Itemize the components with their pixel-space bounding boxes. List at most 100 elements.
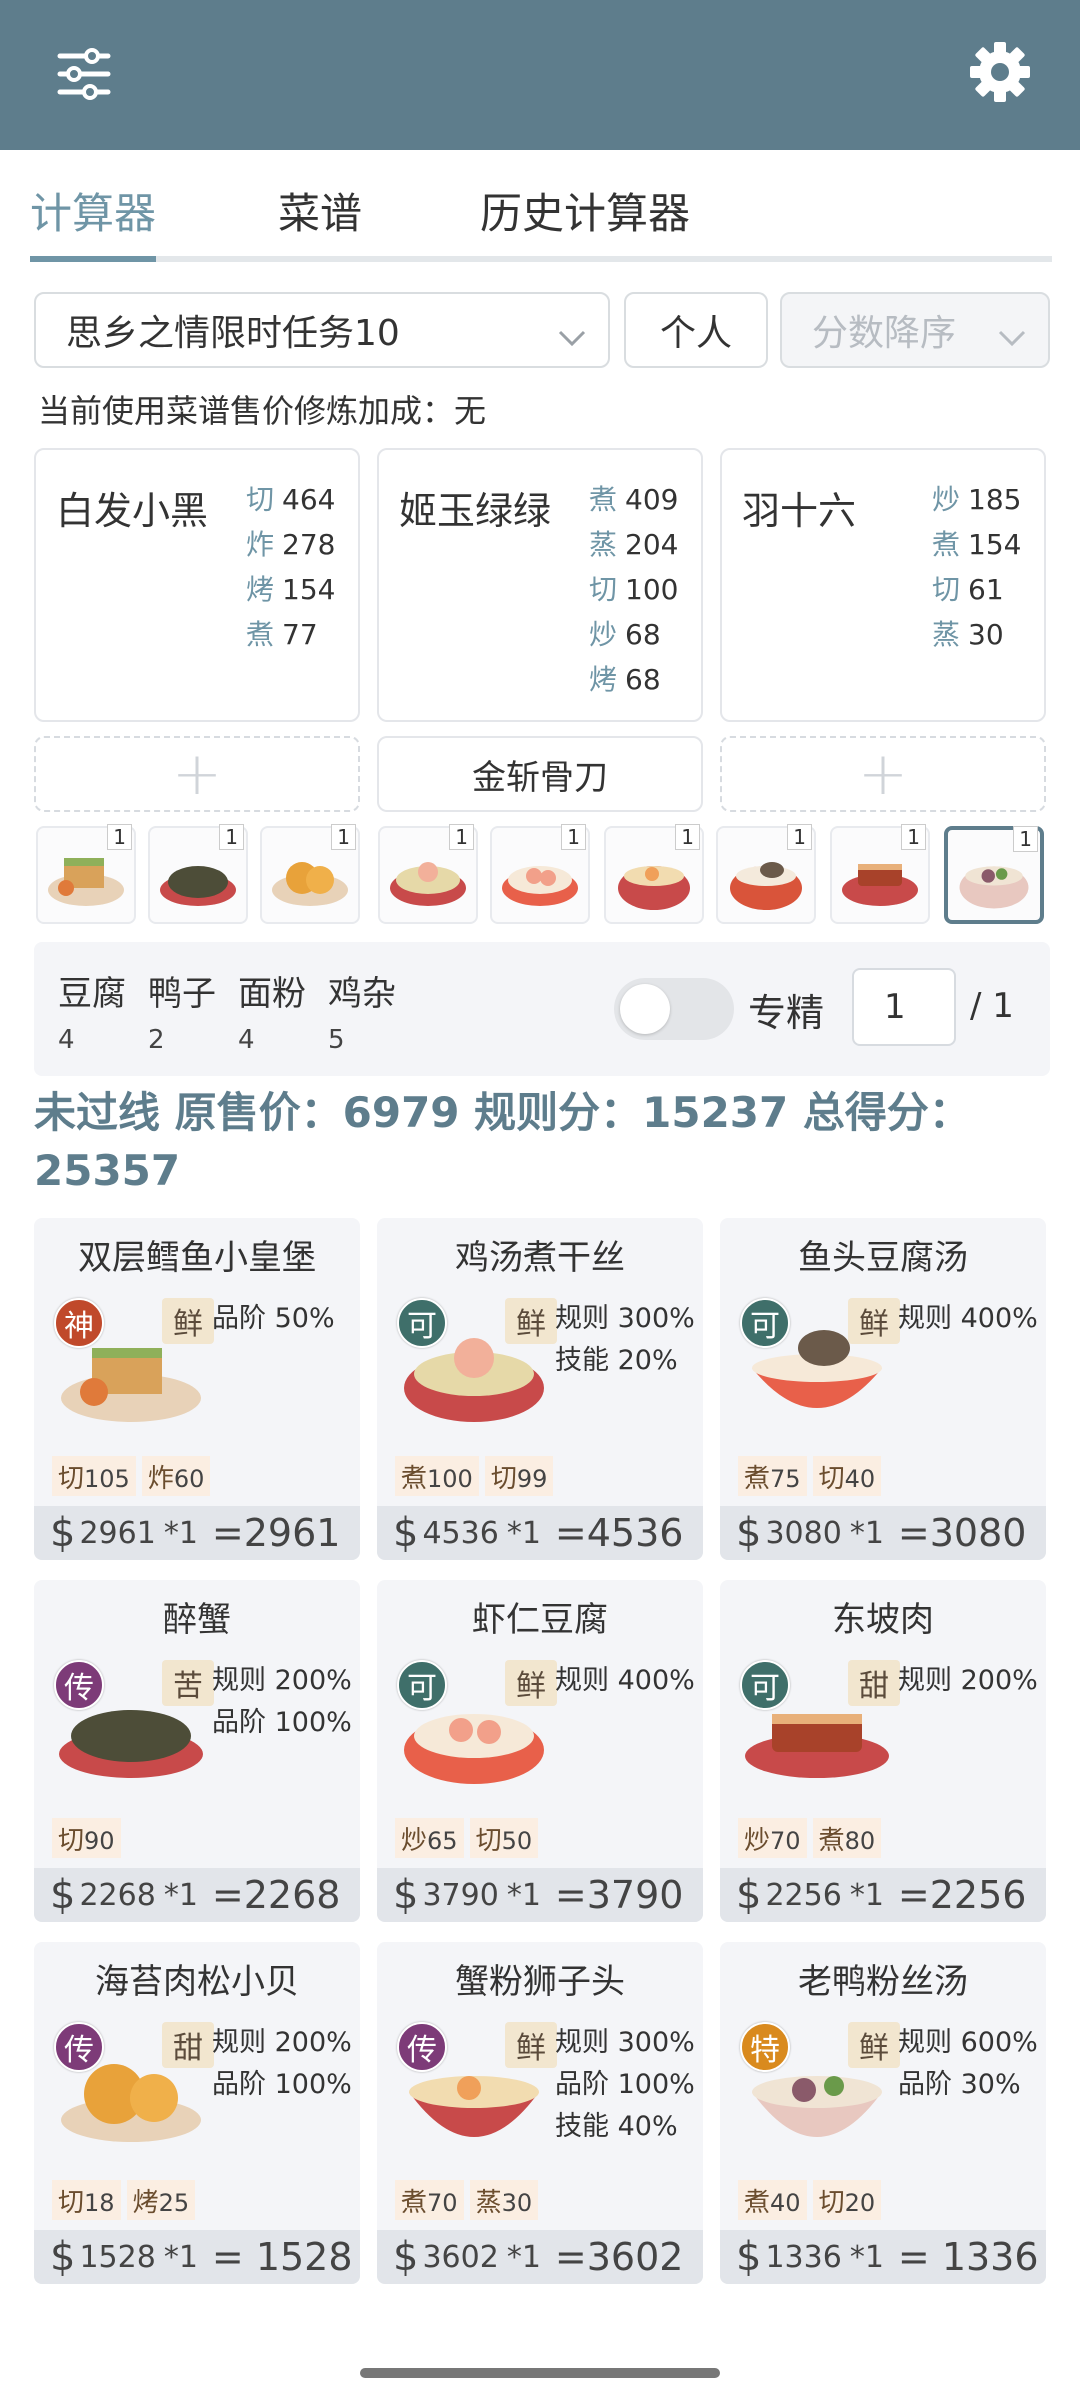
dish-price-bar: $3790 *1 =3790 [377, 1868, 703, 1922]
recipe-thumbnail[interactable]: 1 [830, 824, 930, 924]
dish-card[interactable]: 双层鳕鱼小皇堡神鲜品阶 50% 切105 炸60 $2961 *1 =2961 [34, 1218, 360, 1560]
tab-calculator[interactable]: 计算器 [30, 180, 156, 241]
recipe-thumbnail[interactable]: 1 [260, 824, 360, 924]
dish-skill-list: 切90 [52, 1818, 121, 1858]
dish-name: 双层鳕鱼小皇堡 [78, 1238, 316, 1278]
dish-skill-value: 70 [770, 1827, 801, 1855]
dish-skill-name: 切 [818, 1464, 845, 1494]
dish-skill-list: 煮100 切99 [395, 1456, 554, 1496]
task-select[interactable]: 思乡之情限时任务10 [34, 292, 610, 368]
dish-skill: 切18 [52, 2180, 121, 2220]
chef-skills: 切 464 炸 278 烤 154 煮 77 [246, 478, 335, 658]
dish-skill-name: 煮 [744, 2188, 771, 2218]
recipe-thumbnail[interactable]: 1 [378, 824, 478, 924]
count-badge: 1 [561, 824, 586, 850]
rarity-badge: 神 [54, 1298, 104, 1348]
dish-card[interactable]: 虾仁豆腐可鲜规则 400% 炒65 切50 $3790 *1 =3790 [377, 1580, 703, 1922]
chef-skill-row: 蒸 204 [589, 523, 678, 568]
dish-card[interactable]: 醉蟹传 苦规则 200% 品阶 100% 切90 $2268 *1 =2268 [34, 1580, 360, 1922]
dish-price: 3602 [422, 2239, 499, 2275]
skill-value: 154 [968, 528, 1022, 561]
tab-bar: 计算器 菜谱 历史计算器 [30, 150, 1052, 266]
dish-multiplier: *1 [849, 1515, 884, 1551]
chef-card[interactable]: 白发小黑 切 464 炸 278 烤 154 煮 77 [34, 448, 360, 722]
dish-bonus-list: 品阶 50% [212, 1298, 335, 1340]
ingredient-name: 鸡杂 [328, 974, 396, 1014]
dish-skill-value: 90 [84, 1827, 115, 1855]
tab-history-calculator[interactable]: 历史计算器 [480, 180, 690, 241]
dish-name: 蟹粉狮子头 [455, 1962, 625, 2002]
recipe-thumbnail[interactable]: 1 [148, 824, 248, 924]
rarity-badge: 特 [740, 2022, 790, 2072]
count-badge: 1 [1013, 826, 1038, 852]
dollar-icon: $ [393, 1872, 419, 1918]
chef-skill-row: 炸 278 [246, 523, 335, 568]
task-select-value: 思乡之情限时任务10 [66, 313, 400, 354]
skill-name: 蒸 [589, 528, 618, 561]
dollar-icon: $ [393, 2234, 419, 2280]
dish-skill: 切50 [469, 1818, 539, 1858]
dish-skill: 切40 [812, 1456, 882, 1496]
dish-skill: 切99 [484, 1456, 554, 1496]
ingredient-count: 4 [238, 1025, 255, 1055]
dish-card[interactable]: 鱼头豆腐汤可鲜规则 400% 煮75 切40 $3080 *1 =3080 [720, 1218, 1046, 1560]
dish-bonus-list: 规则 200% [898, 1660, 1038, 1702]
recipe-thumbnail[interactable]: 1 [716, 824, 816, 924]
recipe-thumbnail[interactable]: 1 [604, 824, 704, 924]
dish-card[interactable]: 老鸭粉丝汤特鲜规则 600% 品阶 30% 煮40 切20 $1336 *1 = 1336 [720, 1942, 1046, 2284]
home-indicator [360, 2368, 720, 2378]
dish-skill-name: 切 [818, 2188, 845, 2218]
add-equipment-button[interactable]: + [720, 736, 1046, 812]
specialize-count-input[interactable]: 1 [852, 968, 956, 1046]
dish-bonus-list: 规则 600% 品阶 30% [898, 2022, 1038, 2106]
dish-skill: 煮100 [395, 1456, 479, 1496]
dish-price: 2256 [765, 1877, 842, 1913]
dish-skill-value: 18 [84, 2189, 115, 2217]
specialize-toggle[interactable] [614, 978, 734, 1040]
dish-total: = 1336 [897, 2235, 1039, 2279]
skill-name: 煮 [932, 528, 961, 561]
dish-card[interactable]: 蟹粉狮子头传鲜规则 300% 品阶 100% 技能 40% 煮70 蒸30 $3602 *1… [377, 1942, 703, 2284]
dish-card[interactable]: 鸡汤煮干丝可鲜规则 300% 技能 20% 煮100 切99 $4536 *1 =4536 [377, 1218, 703, 1560]
dish-name: 醉蟹 [163, 1600, 231, 1640]
dish-name: 海苔肉松小贝 [95, 1962, 299, 2002]
dish-total: =3790 [554, 1873, 684, 1917]
ingredient-count: 2 [148, 1025, 165, 1055]
skill-name: 炸 [246, 528, 275, 561]
add-equipment-button[interactable]: + [34, 736, 360, 812]
sort-select[interactable]: 分数降序 [780, 292, 1050, 368]
recipe-thumbnail[interactable]: 1 [36, 824, 136, 924]
dish-multiplier: *1 [849, 2239, 884, 2275]
skill-value: 204 [625, 528, 679, 561]
dish-skill-value: 70 [427, 2189, 458, 2217]
chef-skill-row: 炒 68 [589, 613, 678, 658]
chef-card[interactable]: 姬玉绿绿 煮 409 蒸 204 切 100 炒 68 烤 68 [377, 448, 703, 722]
dish-skill-name: 切 [475, 1826, 502, 1856]
dish-card[interactable]: 东坡肉可甜规则 200% 炒70 煮80 $2256 *1 =2256 [720, 1580, 1046, 1922]
mode-select[interactable]: 个人 [624, 292, 768, 368]
settings-gear-icon[interactable] [966, 38, 1034, 106]
chef-card[interactable]: 羽十六 炒 185 煮 154 切 61 蒸 30 [720, 448, 1046, 722]
dish-bonus: 规则 200% [898, 1665, 1038, 1696]
skill-name: 煮 [589, 483, 618, 516]
ingredient-name: 豆腐 [58, 974, 126, 1014]
dish-bonus-list: 规则 400% [898, 1298, 1038, 1340]
dish-skill-value: 20 [844, 2189, 876, 2217]
dish-card[interactable]: 海苔肉松小贝传甜规则 200% 品阶 100% 切18 烤25 $1528 *1 = 152… [34, 1942, 360, 2284]
dish-skill: 蒸30 [469, 2180, 539, 2220]
dish-bonus: 技能 20% [555, 1345, 678, 1376]
dish-skill: 煮70 [395, 2180, 464, 2220]
dish-bonus: 规则 400% [898, 1303, 1038, 1334]
skill-value: 185 [968, 483, 1022, 516]
tab-recipes[interactable]: 菜谱 [278, 180, 362, 241]
filter-sliders-icon[interactable] [52, 42, 116, 106]
recipe-thumbnail[interactable]: 1 [490, 824, 590, 924]
dish-skill-list: 切18 烤25 [52, 2180, 196, 2220]
skill-name: 烤 [246, 573, 275, 606]
dish-skill-name: 煮 [744, 1464, 771, 1494]
skill-name: 切 [932, 573, 961, 606]
recipe-thumbnail-selected[interactable]: 1 [944, 826, 1044, 924]
dish-skill-value: 80 [844, 1827, 876, 1855]
equipment-slot[interactable]: 金斩骨刀 [377, 736, 703, 812]
dish-skill-name: 蒸 [475, 2188, 502, 2218]
